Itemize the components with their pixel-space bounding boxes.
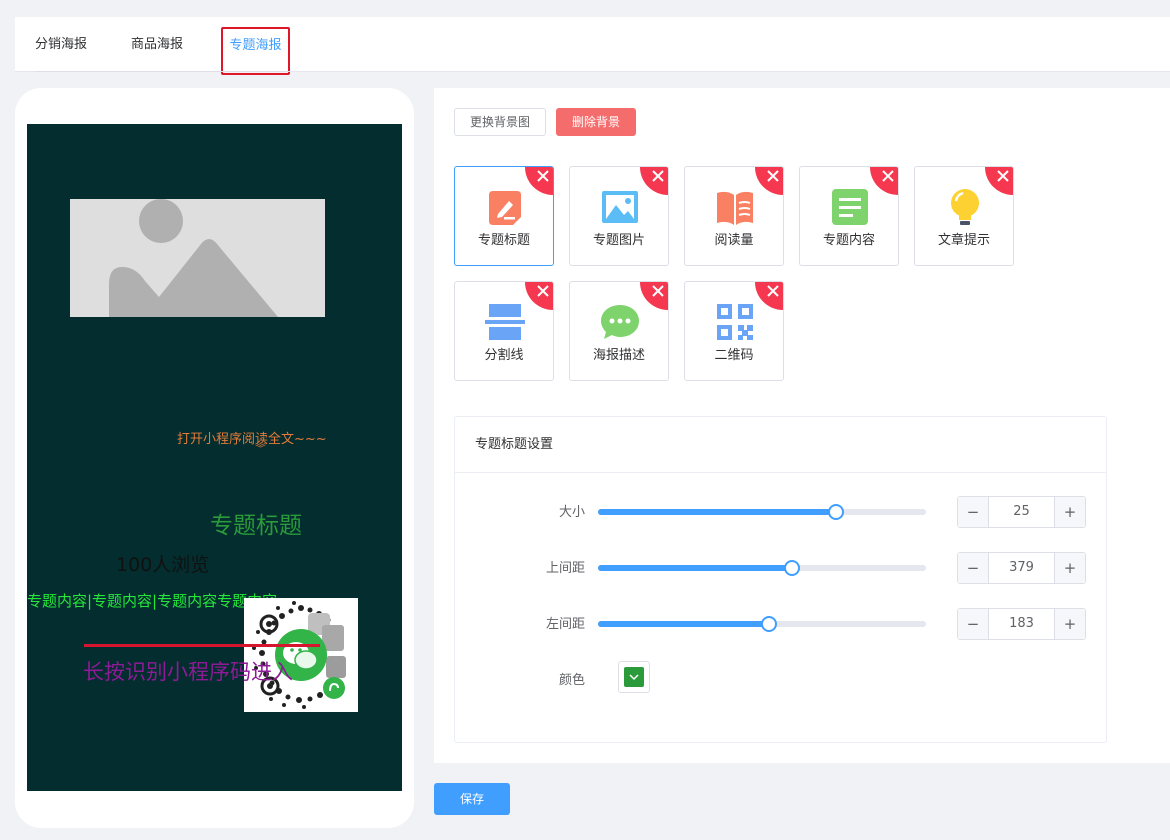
component-label: 专题标题 — [477, 233, 530, 248]
left-margin-input[interactable]: 183 — [989, 609, 1054, 639]
remove-component-button[interactable] — [525, 167, 553, 195]
poster-views[interactable]: 100人浏览 — [116, 550, 209, 577]
color-swatch — [624, 667, 644, 687]
close-icon — [767, 285, 779, 297]
component-article-hint[interactable]: 文章提示 — [914, 166, 1014, 266]
poster-read-more-hint[interactable]: 打开小程序阅读全文~~~ — [177, 428, 327, 447]
chevron-down-icon: ︾ — [255, 442, 266, 455]
change-background-button[interactable]: 更换背景图 — [454, 108, 547, 136]
lightbulb-icon — [951, 189, 979, 225]
tab-distribution-poster[interactable]: 分销海报 — [35, 27, 87, 65]
size-slider[interactable] — [598, 504, 926, 520]
remove-component-button[interactable] — [755, 282, 783, 310]
qrcode-icon — [717, 304, 753, 340]
component-label: 二维码 — [714, 348, 754, 363]
color-picker[interactable] — [618, 661, 650, 693]
component-divider[interactable]: 分割线 — [454, 281, 554, 381]
slider-handle[interactable] — [760, 616, 777, 632]
close-icon — [537, 285, 549, 297]
color-label: 颜色 — [558, 673, 585, 688]
poster-content[interactable]: 专题内容|专题内容|专题内容专题内容 — [27, 590, 277, 611]
component-label: 分割线 — [484, 348, 524, 363]
top-margin-decrease-button[interactable]: − — [958, 553, 989, 583]
top-margin-stepper[interactable]: − 379 + — [957, 552, 1086, 584]
component-poster-description[interactable]: 海报描述 — [569, 281, 669, 381]
remove-component-button[interactable] — [640, 167, 668, 195]
left-margin-label: 左间距 — [545, 617, 585, 632]
settings-heading: 专题标题设置 — [455, 417, 1106, 473]
remove-component-button[interactable] — [870, 167, 898, 195]
delete-background-button[interactable]: 删除背景 — [556, 108, 637, 136]
tab-underline — [35, 71, 290, 72]
size-increase-button[interactable]: + — [1054, 497, 1085, 527]
slider-fill — [598, 621, 769, 627]
component-read-count[interactable]: 阅读量 — [684, 166, 784, 266]
close-icon — [537, 170, 549, 182]
component-qrcode[interactable]: 二维码 — [684, 281, 784, 381]
topic-title-settings: 专题标题设置 大小 − 25 + 上间距 − 379 + 左间距 − 183 +… — [454, 416, 1107, 743]
poster-canvas: 打开小程序阅读全文~~~ ︾ 专题标题 100人浏览 专题内容|专题内容|专题内… — [27, 124, 402, 791]
save-button[interactable]: 保存 — [434, 783, 510, 815]
remove-component-button[interactable] — [525, 282, 553, 310]
component-topic-image[interactable]: 专题图片 — [569, 166, 669, 266]
close-icon — [882, 170, 894, 182]
slider-handle[interactable] — [827, 504, 844, 520]
poster-divider-line[interactable] — [84, 644, 320, 647]
tab-bar: 分销海报 商品海报 专题海报 — [15, 17, 1170, 75]
component-label: 文章提示 — [937, 233, 990, 248]
left-margin-stepper[interactable]: − 183 + — [957, 608, 1086, 640]
settings-panel: 更换背景图 删除背景 专题标题 专题图片 阅读量 专题内容 文章提示 分割线 海… — [434, 88, 1170, 763]
chevron-down-icon — [629, 674, 639, 681]
component-topic-content[interactable]: 专题内容 — [799, 166, 899, 266]
component-topic-title[interactable]: 专题标题 — [454, 166, 554, 266]
remove-component-button[interactable] — [755, 167, 783, 195]
size-label: 大小 — [558, 505, 585, 520]
mini-program-code-icon[interactable] — [244, 598, 358, 712]
left-margin-slider[interactable] — [598, 616, 926, 632]
slider-fill — [598, 565, 792, 571]
component-label: 阅读量 — [714, 233, 754, 248]
remove-component-button[interactable] — [985, 167, 1013, 195]
component-label: 专题图片 — [592, 233, 645, 248]
close-icon — [652, 285, 664, 297]
image-icon — [602, 191, 638, 223]
tab-topic-poster[interactable]: 专题海报 — [221, 27, 290, 75]
chat-icon — [601, 305, 639, 339]
poster-title[interactable]: 专题标题 — [210, 506, 302, 540]
close-icon — [652, 170, 664, 182]
top-margin-label: 上间距 — [545, 561, 585, 576]
component-label: 海报描述 — [592, 348, 645, 363]
top-margin-input[interactable]: 379 — [989, 553, 1054, 583]
size-input[interactable]: 25 — [989, 497, 1054, 527]
size-decrease-button[interactable]: − — [958, 497, 989, 527]
document-icon — [832, 189, 868, 225]
top-margin-slider[interactable] — [598, 560, 926, 576]
left-margin-increase-button[interactable]: + — [1054, 609, 1085, 639]
book-icon — [717, 191, 753, 225]
edit-icon — [489, 191, 521, 225]
size-stepper[interactable]: − 25 + — [957, 496, 1086, 528]
phone-preview: 打开小程序阅读全文~~~ ︾ 专题标题 100人浏览 专题内容|专题内容|专题内… — [15, 88, 414, 828]
slider-fill — [598, 509, 836, 515]
component-label: 专题内容 — [822, 233, 875, 248]
remove-component-button[interactable] — [640, 282, 668, 310]
image-placeholder-icon[interactable] — [70, 199, 325, 317]
top-margin-increase-button[interactable]: + — [1054, 553, 1085, 583]
slider-handle[interactable] — [783, 560, 800, 576]
tab-product-poster[interactable]: 商品海报 — [131, 27, 183, 65]
close-icon — [997, 170, 1009, 182]
divider-icon — [485, 304, 525, 340]
poster-description[interactable]: 长按识别小程序码进入 — [83, 656, 293, 686]
close-icon — [767, 170, 779, 182]
left-margin-decrease-button[interactable]: − — [958, 609, 989, 639]
